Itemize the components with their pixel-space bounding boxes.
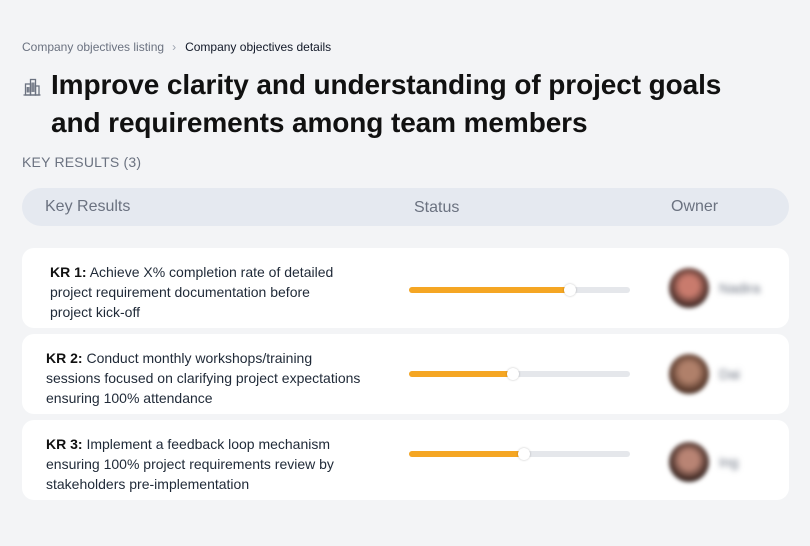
breadcrumb-separator-chevron: ›	[172, 40, 177, 54]
key-result-text: Conduct monthly workshops/training sessi…	[46, 350, 361, 406]
progress-fill	[409, 371, 513, 377]
key-result-text: Implement a feedback loop mechanism ensu…	[46, 436, 334, 492]
owner-name: Ing	[719, 454, 739, 470]
progress-fill	[409, 287, 571, 293]
objective-header: Improve clarity and understanding of pro…	[22, 66, 762, 142]
status-progress-bar	[409, 284, 630, 296]
column-header-key-results: Key Results	[45, 198, 131, 215]
breadcrumb: Company objectives listing › Company obj…	[22, 40, 331, 54]
progress-knob	[517, 448, 530, 460]
owner[interactable]: Ing	[669, 442, 738, 482]
avatar	[669, 442, 709, 482]
table-header: Key Results Status Owner	[22, 188, 789, 226]
progress-knob	[564, 284, 577, 296]
progress-fill	[409, 451, 524, 457]
column-header-status: Status	[414, 199, 460, 216]
key-result-row[interactable]: KR 2: Conduct monthly workshops/training…	[22, 334, 789, 414]
key-result-code: KR 3:	[46, 436, 83, 452]
key-result-description: KR 2: Conduct monthly workshops/training…	[46, 348, 366, 408]
status-progress-bar	[409, 368, 630, 380]
owner[interactable]: Dai	[669, 354, 740, 394]
owner-name: Nadira	[719, 280, 761, 296]
key-result-row[interactable]: KR 3: Implement a feedback loop mechanis…	[22, 420, 789, 500]
progress-knob	[506, 368, 519, 380]
owner[interactable]: Nadira	[669, 268, 760, 308]
breadcrumb-link-objectives-listing[interactable]: Company objectives listing	[22, 40, 164, 54]
key-result-description: KR 1: Achieve X% completion rate of deta…	[50, 262, 340, 322]
key-result-text: Achieve X% completion rate of detailed p…	[50, 264, 334, 320]
key-results-count: KEY RESULTS (3)	[22, 154, 142, 170]
avatar	[669, 354, 709, 394]
status-progress-bar	[409, 448, 630, 460]
owner-name: Dai	[719, 366, 741, 382]
key-result-row[interactable]: KR 1: Achieve X% completion rate of deta…	[22, 248, 789, 328]
key-result-description: KR 3: Implement a feedback loop mechanis…	[46, 434, 366, 494]
building-icon	[23, 78, 41, 96]
page-title: Improve clarity and understanding of pro…	[51, 69, 722, 138]
column-header-owner: Owner	[671, 198, 719, 215]
breadcrumb-current-page: Company objectives details	[185, 40, 332, 54]
key-result-code: KR 1:	[50, 264, 87, 280]
avatar	[669, 268, 709, 308]
key-result-code: KR 2:	[46, 350, 83, 366]
